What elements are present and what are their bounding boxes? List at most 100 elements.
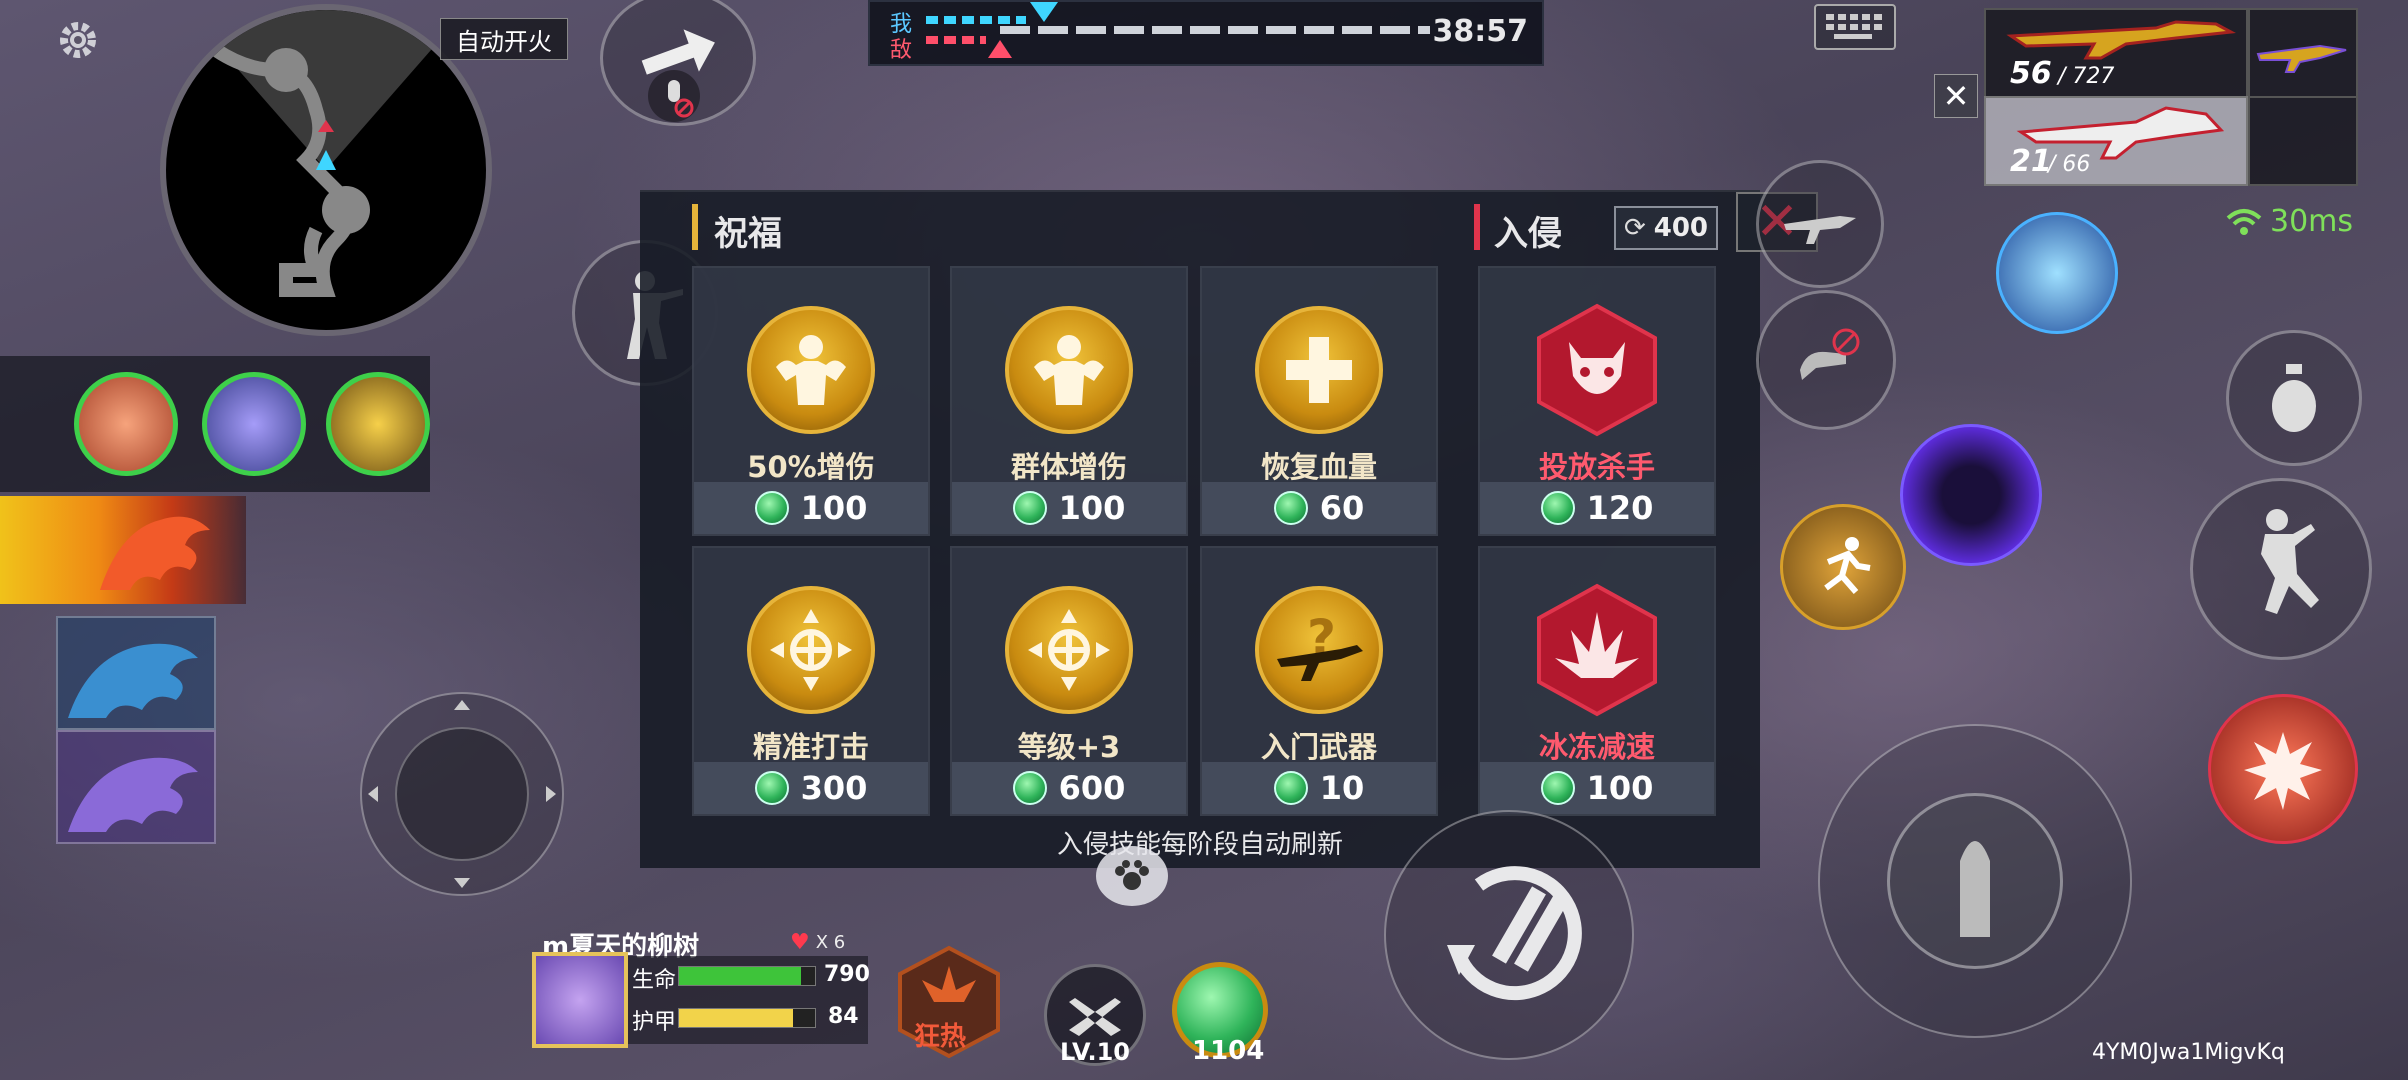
hp-bar-fill [679, 967, 802, 985]
settings-gear-icon[interactable] [52, 14, 104, 66]
water-dragon-tile[interactable] [56, 616, 216, 730]
auto-fire-toggle[interactable]: 自动开火 [440, 18, 568, 60]
card-price-row: 100 [694, 482, 928, 534]
card-name: 50%增伤 [747, 450, 875, 484]
primary-weapon-slot[interactable]: 56 / 727 [1984, 8, 2248, 98]
skill-purple-portal[interactable] [1900, 424, 2042, 566]
card-price: 10 [1319, 769, 1365, 807]
shop-card-level-up[interactable]: 等级+3 600 [950, 546, 1188, 816]
bullet-icon [1960, 841, 1990, 937]
card-price-row: 60 [1202, 482, 1436, 534]
lives-indicator: ♥ X 6 [790, 930, 845, 955]
coin-icon [1273, 771, 1308, 805]
card-price-row: 600 [952, 762, 1186, 814]
rifle-mystery-icon: ? [1255, 586, 1383, 714]
reload-button[interactable] [1384, 810, 1634, 1060]
crosshair-level-icon [1005, 586, 1133, 714]
refresh-cost: 400 [1653, 213, 1709, 243]
reload-bullets-icon [1447, 866, 1582, 1001]
shop-card-precision-strike[interactable]: 精准打击 300 [692, 546, 930, 816]
fire-button[interactable] [1887, 793, 2063, 969]
grenade-button[interactable] [2226, 330, 2362, 466]
fire-joystick[interactable] [1818, 724, 2132, 1038]
coin-icon [754, 771, 789, 805]
card-name: 投放杀手 [1538, 450, 1655, 484]
invasion-title-accent [1474, 204, 1480, 250]
sprint-skill-button[interactable] [1780, 504, 1906, 630]
card-price-row: 120 [1480, 482, 1714, 534]
skill-thunder-beast-icon[interactable] [326, 372, 430, 476]
shop-card-restore-health[interactable]: 恢复血量 60 [1200, 266, 1438, 536]
armor-value: 84 [828, 1004, 859, 1029]
muscle-group-icon [1005, 306, 1133, 434]
voice-mute-icon[interactable] [648, 70, 700, 122]
skill-blue-vortex[interactable] [1996, 212, 2118, 334]
paw-icon [1115, 860, 1149, 890]
refresh-button[interactable]: ⟳ 400 [1614, 206, 1718, 250]
shop-card-damage-boost[interactable]: 50%增伤 100 [692, 266, 930, 536]
card-price: 120 [1586, 489, 1654, 527]
secondary-weapon-slot[interactable]: 21 / 66 [1984, 96, 2248, 186]
player-id-code: 4YM0Jwa1MigvKq [2092, 1040, 2285, 1065]
card-price-row: 10 [1202, 762, 1436, 814]
joystick-thumb[interactable] [395, 727, 529, 861]
card-price: 600 [1058, 769, 1126, 807]
coin-icon [1012, 771, 1047, 805]
team-score-bar: 我 敌 38:57 [868, 0, 1544, 66]
wifi-icon [2226, 208, 2262, 235]
lives-count: X 6 [815, 932, 846, 953]
shop-card-starter-weapon[interactable]: ? 入门武器 10 [1200, 546, 1438, 816]
shop-card-deploy-killer[interactable]: 投放杀手 120 [1478, 266, 1716, 536]
skill-ice-dragon-icon[interactable] [202, 372, 306, 476]
close-weapon-panel-icon[interactable]: ✕ [1934, 74, 1978, 118]
heart-icon: ♥ [790, 930, 810, 955]
card-name: 精准打击 [752, 730, 869, 764]
hand-disabled-icon [1800, 328, 1860, 380]
hp-label: 生命 [632, 968, 677, 993]
ultimate-skill-button[interactable] [2208, 694, 2358, 844]
shadow-dragon-tile[interactable] [56, 730, 216, 844]
enemy-marker-icon [988, 40, 1012, 58]
enemy-progress [926, 36, 986, 44]
card-price-row: 100 [1480, 762, 1714, 814]
match-progress-track [1000, 26, 1430, 34]
emote-button[interactable] [1096, 846, 1168, 906]
shop-card-freeze-slow[interactable]: 冰冻减速 100 [1478, 546, 1716, 816]
card-name: 恢复血量 [1260, 450, 1377, 484]
coin-icon [1012, 491, 1047, 525]
blessing-invasion-panel: 祝福 入侵 ⟳ 400 50%增伤 100 群体增伤 100 恢复血量 60 投… [640, 190, 1760, 868]
coin-balance: 1104 [1192, 1036, 1265, 1066]
armor-bar-fill [679, 1009, 794, 1027]
smg-icon [2256, 44, 2347, 73]
heal-plus-icon [1255, 306, 1383, 434]
match-timer: 38:57 [1432, 14, 1529, 49]
joystick-up-arrow-icon [454, 700, 470, 710]
interact-disabled-button[interactable] [1756, 290, 1896, 430]
keyboard-icon[interactable] [1814, 4, 1896, 50]
player-avatar[interactable] [532, 952, 628, 1048]
fire-dragon-icon [100, 516, 210, 590]
scope-button[interactable] [1756, 160, 1884, 288]
primary-ammo: 56 [2010, 56, 2052, 91]
jump-button[interactable] [2190, 478, 2372, 660]
explosion-icon [2244, 732, 2322, 810]
ping-indicator: 30ms [2226, 204, 2353, 239]
scope-rifle-icon [1784, 216, 1856, 244]
coin-icon [754, 491, 789, 525]
shop-card-group-damage[interactable]: 群体增伤 100 [950, 266, 1188, 536]
sprint-icon [1824, 537, 1871, 594]
ally-progress [926, 16, 1026, 24]
frenzy-label: 狂热 [914, 1022, 967, 1052]
fire-dragon-tile[interactable] [0, 496, 246, 604]
card-price: 100 [1586, 769, 1654, 807]
card-name: 等级+3 [1017, 730, 1121, 764]
tertiary-weapon-slot[interactable] [2248, 8, 2358, 98]
crosshair-icon [747, 586, 875, 714]
water-dragon-icon [68, 643, 198, 718]
joystick-right-arrow-icon [546, 786, 556, 802]
movement-joystick[interactable] [360, 692, 564, 896]
card-price: 100 [800, 489, 868, 527]
frenzy-skill-button[interactable]: 狂热 [894, 944, 1004, 1060]
empty-weapon-slot[interactable] [2248, 96, 2358, 186]
skill-fire-lion-icon[interactable] [74, 372, 178, 476]
